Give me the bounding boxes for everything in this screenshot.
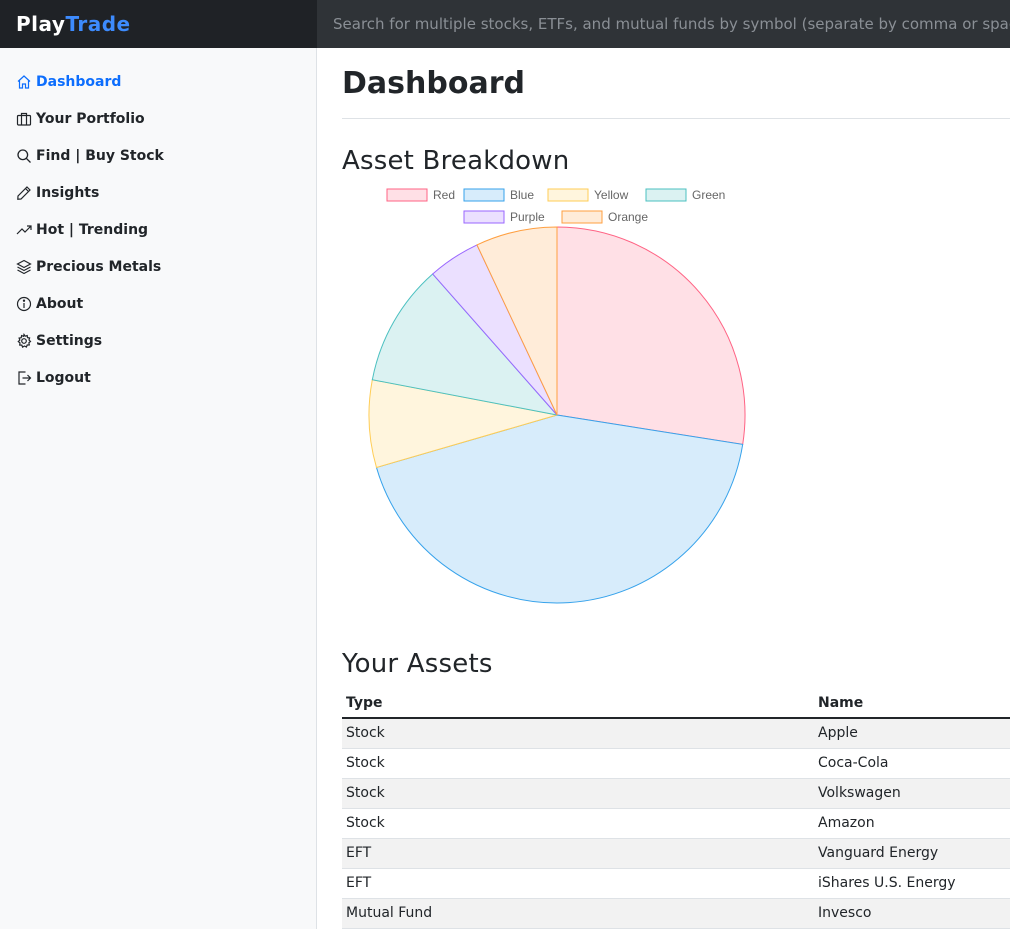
sidebar-item-precious-metals[interactable]: Precious Metals bbox=[0, 248, 316, 285]
cell-name: Apple bbox=[814, 718, 1010, 749]
sidebar-item-label: About bbox=[36, 295, 84, 312]
sidebar-item-label: Precious Metals bbox=[36, 258, 162, 275]
pie-chart: Red Blue Yellow Green Purple Orange bbox=[368, 188, 746, 604]
cell-type: Stock bbox=[342, 718, 814, 749]
cell-type: Mutual Fund bbox=[342, 898, 814, 929]
legend-swatch bbox=[645, 188, 687, 202]
cell-type: EFT bbox=[342, 838, 814, 869]
cell-name: Amazon bbox=[814, 808, 1010, 839]
pen-icon bbox=[16, 185, 32, 201]
cell-name: iShares U.S. Energy bbox=[814, 868, 1010, 899]
sidebar-item-label: Logout bbox=[36, 369, 91, 386]
cell-type: EFT bbox=[342, 868, 814, 899]
sidebar-item-label: Hot | Trending bbox=[36, 221, 149, 238]
sidebar-item-label: Settings bbox=[36, 332, 103, 349]
legend-label: Purple bbox=[510, 210, 545, 224]
brand-logo[interactable]: Play Trade bbox=[0, 0, 317, 48]
divider bbox=[342, 118, 1010, 119]
asset-breakdown-chart: Red Blue Yellow Green Purple Orange bbox=[342, 181, 762, 621]
cell-name: Coca-Cola bbox=[814, 748, 1010, 779]
house-icon bbox=[16, 74, 32, 90]
brand-part1: Play bbox=[16, 12, 66, 36]
table-row[interactable]: Stock Amazon bbox=[342, 808, 1010, 839]
legend-label: Red bbox=[433, 188, 455, 202]
cell-type: Stock bbox=[342, 778, 814, 809]
sidebar-item-label: Your Portfolio bbox=[36, 110, 145, 127]
sidebar-item-dashboard[interactable]: Dashboard bbox=[0, 63, 316, 100]
legend-label: Orange bbox=[608, 210, 648, 224]
legend-label: Blue bbox=[510, 188, 534, 202]
sidebar-item-insights[interactable]: Insights bbox=[0, 174, 316, 211]
sidebar-item-label: Insights bbox=[36, 184, 100, 201]
table-row[interactable]: EFT Vanguard Energy bbox=[342, 838, 1010, 869]
logout-icon bbox=[16, 370, 32, 386]
search-bar bbox=[317, 0, 1010, 48]
trending-up-icon bbox=[16, 222, 32, 238]
table-row[interactable]: Stock Apple bbox=[342, 718, 1010, 749]
legend-item-yellow[interactable]: Yellow bbox=[547, 188, 629, 202]
main-content: Dashboard Asset Breakdown Red Blue Yellow G… bbox=[342, 48, 1010, 929]
legend-item-green[interactable]: Green bbox=[645, 188, 725, 202]
table-header-row: Type Name bbox=[342, 688, 1010, 719]
your-assets-heading: Your Assets bbox=[342, 649, 493, 679]
info-icon bbox=[16, 296, 32, 312]
search-input[interactable] bbox=[333, 15, 1010, 33]
pie-slice-red[interactable] bbox=[556, 226, 746, 445]
layers-icon bbox=[16, 259, 32, 275]
sidebar-item-label: Find | Buy Stock bbox=[36, 147, 164, 164]
page-title: Dashboard bbox=[342, 66, 525, 101]
legend-swatch bbox=[463, 188, 505, 202]
briefcase-icon bbox=[16, 111, 32, 127]
table-row[interactable]: Stock Coca-Cola bbox=[342, 748, 1010, 779]
column-header-name[interactable]: Name bbox=[814, 688, 1010, 719]
legend-label: Green bbox=[692, 188, 725, 202]
cell-name: Volkswagen bbox=[814, 778, 1010, 809]
sidebar-item-logout[interactable]: Logout bbox=[0, 359, 316, 396]
legend-label: Yellow bbox=[594, 188, 629, 202]
cell-type: Stock bbox=[342, 748, 814, 779]
legend-item-blue[interactable]: Blue bbox=[463, 188, 534, 202]
sidebar-item-settings[interactable]: Settings bbox=[0, 322, 316, 359]
sidebar-item-about[interactable]: About bbox=[0, 285, 316, 322]
legend-swatch bbox=[463, 210, 505, 224]
table-row[interactable]: EFT iShares U.S. Energy bbox=[342, 868, 1010, 899]
sidebar-item-find-buy-stock[interactable]: Find | Buy Stock bbox=[0, 137, 316, 174]
sidebar: Dashboard Your Portfolio Find | Buy Stoc… bbox=[0, 48, 317, 929]
column-header-type[interactable]: Type bbox=[342, 688, 814, 719]
legend-swatch bbox=[386, 188, 428, 202]
table-row[interactable]: Stock Volkswagen bbox=[342, 778, 1010, 809]
sidebar-item-portfolio[interactable]: Your Portfolio bbox=[0, 100, 316, 137]
cell-name: Vanguard Energy bbox=[814, 838, 1010, 869]
brand-part2: Trade bbox=[65, 12, 131, 36]
cell-type: Stock bbox=[342, 808, 814, 839]
legend-item-purple[interactable]: Purple bbox=[463, 210, 545, 224]
sidebar-item-hot-trending[interactable]: Hot | Trending bbox=[0, 211, 316, 248]
sidebar-item-label: Dashboard bbox=[36, 73, 122, 90]
assets-table: Type Name Stock Apple Stock Coca-Cola St… bbox=[342, 688, 1010, 929]
legend-item-orange[interactable]: Orange bbox=[561, 210, 648, 224]
legend-swatch bbox=[561, 210, 603, 224]
table-row[interactable]: Mutual Fund Invesco bbox=[342, 898, 1010, 929]
top-navbar: Play Trade bbox=[0, 0, 1010, 48]
cell-name: Invesco bbox=[814, 898, 1010, 929]
legend-item-red[interactable]: Red bbox=[386, 188, 455, 202]
search-icon bbox=[16, 148, 32, 164]
asset-breakdown-heading: Asset Breakdown bbox=[342, 146, 570, 176]
legend-swatch bbox=[547, 188, 589, 202]
gear-icon bbox=[16, 332, 32, 349]
